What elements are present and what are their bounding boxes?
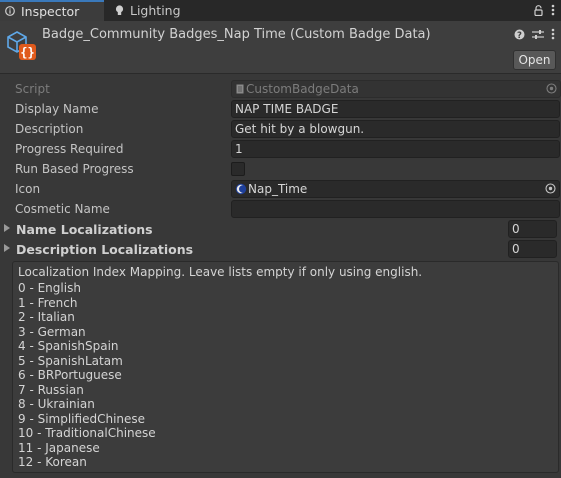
cosmetic-name-row: Cosmetic Name <box>0 199 561 219</box>
help-title: Localization Index Mapping. Leave lists … <box>18 265 423 279</box>
icon-value: Nap_Time <box>248 182 308 196</box>
display-name-row: Display Name NAP TIME BADGE <box>0 99 561 119</box>
help-icon[interactable]: ? <box>514 29 525 40</box>
page-title: Badge_Community Badges_Nap Time (Custom … <box>42 27 431 42</box>
name-localizations-foldout[interactable]: Name Localizations 0 <box>0 219 561 239</box>
preset-sliders-icon[interactable] <box>532 29 544 40</box>
list-item: 4 - SpanishSpain <box>18 339 119 353</box>
sprite-icon <box>235 183 247 195</box>
info-icon <box>5 6 15 16</box>
tab-inspector-label: Inspector <box>21 4 80 19</box>
lightbulb-icon <box>115 5 124 15</box>
list-item: 11 - Japanese <box>18 440 100 455</box>
list-item: 0 - English <box>18 281 81 295</box>
icon-row: Icon Nap_Time <box>0 179 561 199</box>
kebab-menu-icon[interactable] <box>551 4 555 16</box>
run-based-progress-label: Run Based Progress <box>15 162 134 176</box>
list-item: 2 - Italian <box>18 310 75 324</box>
icon-label: Icon <box>15 182 41 196</box>
script-field: CustomBadgeData <box>231 80 561 98</box>
progress-required-row: Progress Required 1 <box>0 139 561 159</box>
script-value: CustomBadgeData <box>246 82 359 96</box>
foldout-arrow-icon[interactable] <box>4 244 10 252</box>
localization-help-box: Localization Index Mapping. Leave lists … <box>12 261 559 473</box>
localization-index-list: 0 - English 1 - French 2 - Italian 3 - G… <box>18 281 156 470</box>
name-localizations-label: Name Localizations <box>16 222 153 237</box>
list-item: 9 - SimplifiedChinese <box>18 411 146 426</box>
description-field[interactable]: Get hit by a blowgun. <box>231 120 560 138</box>
icon-field[interactable]: Nap_Time <box>231 180 560 198</box>
list-item: 12 - Korean <box>18 455 87 469</box>
name-localizations-count[interactable]: 0 <box>508 220 557 238</box>
list-item: 3 - German <box>18 324 86 339</box>
progress-required-field[interactable]: 1 <box>231 140 560 158</box>
cosmetic-name-label: Cosmetic Name <box>15 202 110 216</box>
progress-required-label: Progress Required <box>15 142 124 156</box>
list-item: 7 - Russian <box>18 382 84 397</box>
header-kebab-menu-icon[interactable] <box>551 28 555 40</box>
open-button[interactable]: Open <box>513 50 556 70</box>
list-item: 8 - Ukrainian <box>18 397 95 411</box>
description-label: Description <box>15 122 84 136</box>
run-based-progress-row: Run Based Progress <box>0 159 561 179</box>
icon-object-picker-icon[interactable] <box>545 183 556 194</box>
inspector-header: {} Badge_Community Badges_Nap Time (Cust… <box>0 21 561 74</box>
script-row: Script CustomBadgeData <box>0 79 561 99</box>
list-item: 6 - BRPortuguese <box>18 368 122 382</box>
display-name-label: Display Name <box>15 102 99 116</box>
tab-inspector[interactable]: Inspector <box>0 0 104 21</box>
lock-icon[interactable] <box>534 4 543 16</box>
script-label: Script <box>15 82 50 96</box>
tab-lighting[interactable]: Lighting <box>108 0 203 21</box>
description-localizations-count[interactable]: 0 <box>508 240 557 258</box>
foldout-arrow-icon[interactable] <box>4 224 10 232</box>
tab-bar: Inspector Lighting <box>0 0 561 21</box>
svg-text:?: ? <box>517 31 522 40</box>
object-picker-icon <box>546 83 557 94</box>
list-item: 1 - French <box>18 295 78 310</box>
run-based-progress-checkbox[interactable] <box>231 162 245 176</box>
script-file-icon <box>236 84 244 94</box>
scriptable-object-icon: {} <box>7 31 36 60</box>
description-row: Description Get hit by a blowgun. <box>0 119 561 139</box>
list-item: 5 - SpanishLatam <box>18 353 123 368</box>
tab-lighting-label: Lighting <box>130 3 181 18</box>
description-localizations-foldout[interactable]: Description Localizations 0 <box>0 239 561 259</box>
cosmetic-name-field[interactable] <box>231 200 560 218</box>
display-name-field[interactable]: NAP TIME BADGE <box>231 100 560 118</box>
description-localizations-label: Description Localizations <box>16 242 194 257</box>
list-item: 10 - TraditionalChinese <box>18 426 156 440</box>
svg-text:{}: {} <box>20 46 34 60</box>
